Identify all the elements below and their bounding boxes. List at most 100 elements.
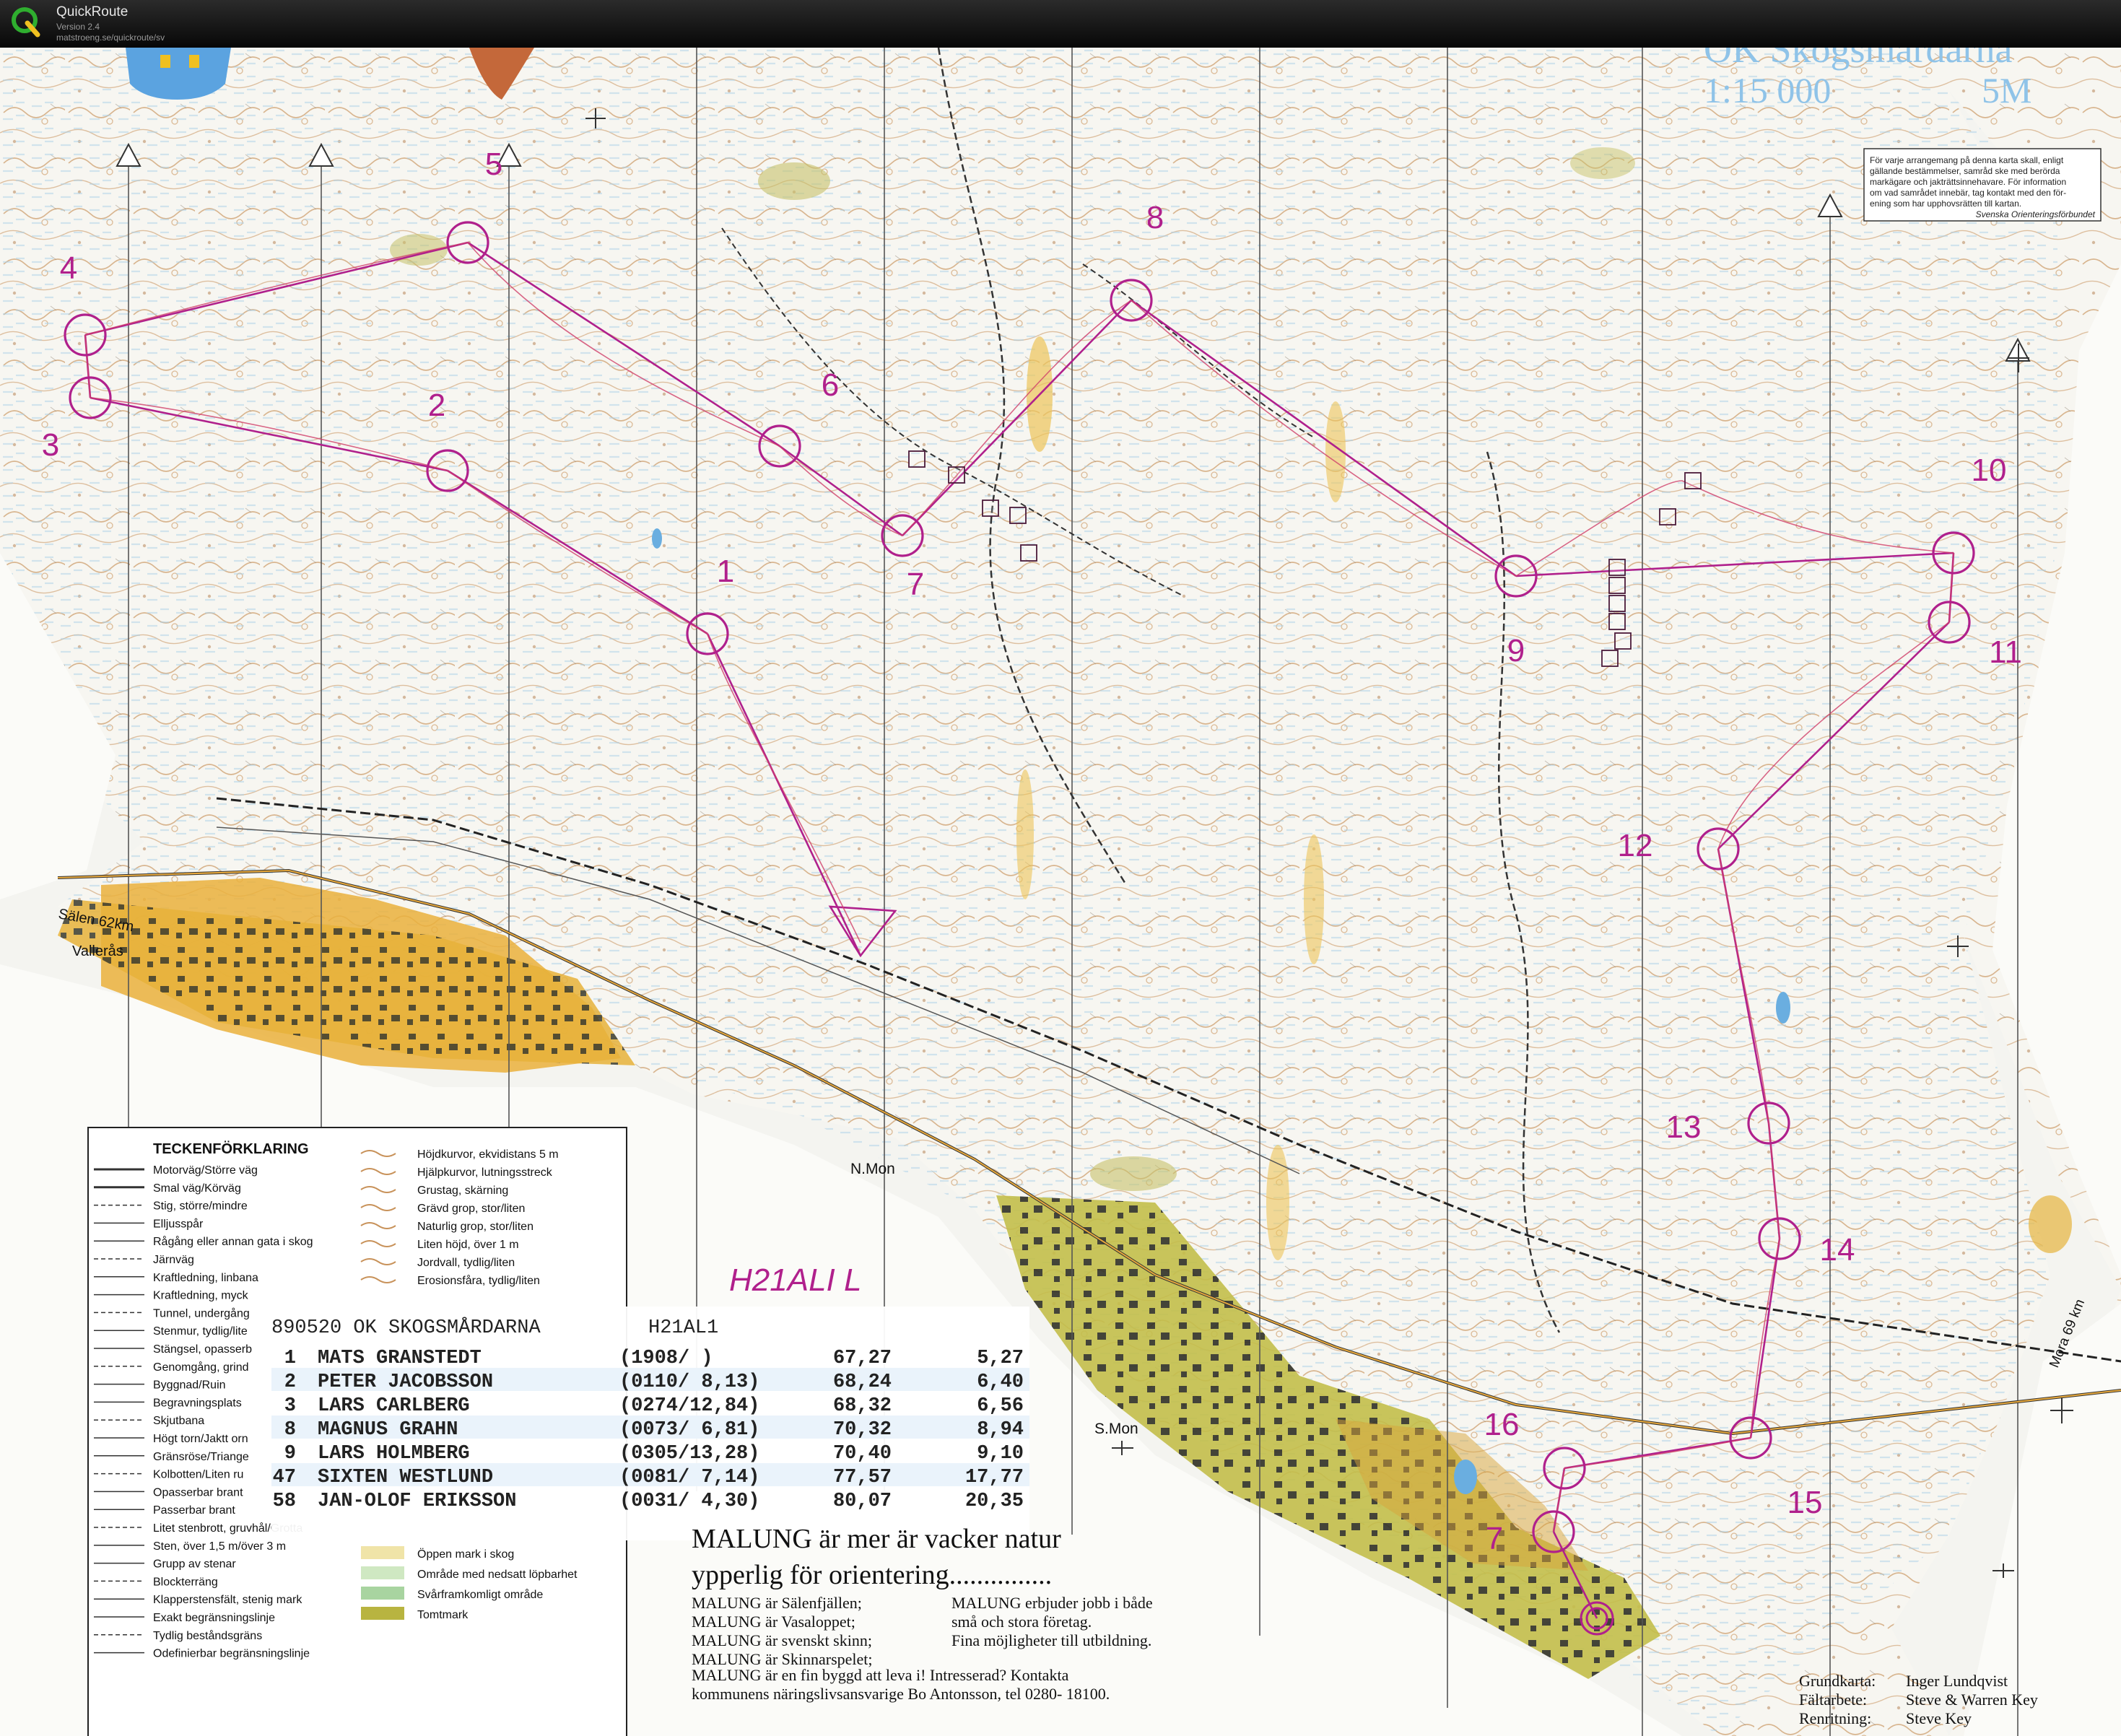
crossing-point-marker: [1608, 595, 1626, 612]
app-name: QuickRoute: [56, 4, 129, 19]
legend-swatch: [361, 1546, 404, 1559]
credit-label: Fältarbete:: [1799, 1691, 1867, 1709]
crossing-point-marker: [1608, 613, 1626, 630]
control-number: 5: [485, 147, 502, 182]
results-cell: 8,94: [977, 1419, 1024, 1441]
legend-item: Grupp av stenar: [153, 1558, 236, 1571]
results-cell: (0305/13,28): [619, 1443, 759, 1465]
orienteering-map[interactable]: OK Skogsmårdarna 1:15 000 5M För varje a…: [0, 48, 2121, 1736]
legend-item: Rågång eller annan gata i skog: [153, 1235, 313, 1248]
legend-item: Tydlig beståndsgräns: [153, 1629, 262, 1642]
results-cell: 77,57: [833, 1467, 892, 1488]
legend-item: Blockterräng: [153, 1576, 218, 1588]
legend-item: Genomgång, grind: [153, 1361, 249, 1374]
ad-line: MALUNG är Sälenfjällen;: [692, 1594, 862, 1612]
ad-headline-2: ypperlig för orientering...............: [692, 1560, 1052, 1590]
copyright-notice-line: markägare och jakträttsinnehavare. För i…: [1870, 177, 2066, 187]
legend-item: Erosionsfåra, tydlig/liten: [417, 1274, 540, 1287]
legend-swatch: [361, 1607, 404, 1620]
legend-item: Byggnad/Ruin: [153, 1379, 226, 1392]
results-table: 890520 OK SKOGSMÅRDARNA H21AL1 1 MATS GRA…: [271, 1307, 1029, 1540]
control-number: 7: [1486, 1521, 1503, 1556]
results-cell: (0274/12,84): [619, 1395, 759, 1417]
place-label-smon: S.Mon: [1094, 1421, 1138, 1437]
control-number: 9: [1507, 633, 1525, 668]
results-cell: 68,32: [833, 1395, 892, 1417]
crossing-point-marker: [908, 450, 926, 468]
club-logo-detail: [160, 55, 170, 68]
handwritten-class-label: H21ALI L: [729, 1262, 861, 1298]
control-number: 12: [1618, 828, 1653, 863]
place-label-nmon: N.Mon: [850, 1161, 895, 1177]
legend-item: Hjälpkurvor, lutningsstreck: [417, 1166, 553, 1179]
results-cell: 9,10: [977, 1443, 1024, 1465]
legend-item: Exakt begränsningslinje: [153, 1612, 275, 1624]
legend-item: Smal väg/Körväg: [153, 1182, 241, 1195]
ad-line: MALUNG erbjuder jobb i både: [951, 1594, 1153, 1612]
legend-item: Passerbar brant: [153, 1504, 235, 1517]
copyright-notice-line: gällande bestämmelser, samråd ske med be…: [1870, 166, 2060, 176]
map-scale: 1:15 000: [1704, 70, 1831, 110]
control-number: 6: [822, 367, 839, 403]
credit-label: Grundkarta:: [1799, 1672, 1876, 1690]
legend-item: Kraftledning, myck: [153, 1290, 249, 1302]
legend-swatch: [361, 1587, 404, 1600]
legend-item: Stängsel, opasserb: [153, 1343, 252, 1356]
results-cell: 58: [273, 1491, 296, 1512]
control-number: 3: [42, 427, 59, 463]
copyright-notice-line: Svenska Orienteringsförbundet: [1976, 209, 2096, 219]
credit-value: Steve Key: [1906, 1709, 1972, 1727]
legend-item: Jordvall, tydlig/liten: [417, 1257, 515, 1269]
app-version: Version 2.4: [56, 22, 100, 32]
map-lake: [1454, 1460, 1477, 1494]
control-number: 1: [717, 554, 734, 589]
results-cell: LARS HOLMBERG: [318, 1443, 470, 1465]
control-number: 13: [1666, 1109, 1702, 1145]
legend-item: Begravningsplats: [153, 1397, 242, 1409]
control-number: 16: [1484, 1407, 1520, 1442]
legend-item: Stenmur, tydlig/lite: [153, 1325, 248, 1338]
quickroute-logo-icon: [12, 7, 40, 38]
results-header-left: 890520 OK SKOGSMÅRDARNA: [271, 1317, 541, 1339]
copyright-notice-line: För varje arrangemang på denna karta ska…: [1870, 155, 2064, 165]
map-lake: [1776, 992, 1790, 1024]
map-open-patch: [1570, 147, 1635, 179]
crossing-point-marker: [1009, 507, 1027, 524]
results-cell: 68,24: [833, 1371, 892, 1393]
results-cell: (0073/ 6,81): [619, 1419, 759, 1441]
results-cell: LARS CARLBERG: [318, 1395, 470, 1417]
credit-value: Steve & Warren Key: [1906, 1691, 2038, 1709]
crossing-point-marker: [948, 466, 965, 484]
crossing-point-marker: [1684, 472, 1702, 489]
credit-label: Renritning:: [1799, 1709, 1871, 1727]
crossing-point-marker: [1614, 632, 1632, 650]
control-number: 2: [428, 388, 445, 423]
crossing-point-marker: [1608, 577, 1626, 594]
crossing-point-marker: [982, 500, 999, 517]
map-club-name: OK Skogsmårdarna: [1704, 48, 2012, 71]
copyright-notice-line: ening som har upphovsrätten till kartan.: [1870, 199, 2021, 209]
copyright-notice-line: om vad samrådet innebär, tag kontakt med…: [1870, 188, 2066, 198]
results-cell: 5,27: [977, 1348, 1024, 1369]
results-cell: 20,35: [965, 1491, 1024, 1512]
map-open-patch: [758, 162, 830, 200]
legend-item: Järnväg: [153, 1254, 194, 1266]
ad-line: MALUNG är svenskt skinn;: [692, 1631, 872, 1649]
legend-item: Högt torn/Jaktt orn: [153, 1433, 248, 1445]
ad-line: MALUNG är Vasaloppet;: [692, 1613, 855, 1631]
ad-footer-2: kommunens näringslivsansvarige Bo Antons…: [692, 1685, 1110, 1703]
title-bar: QuickRoute Version 2.4 matstroeng.se/qui…: [0, 0, 2121, 48]
control-number: 7: [907, 567, 924, 602]
legend-item: Liten höjd, över 1 m: [417, 1239, 519, 1251]
results-cell: 2: [284, 1371, 296, 1393]
control-number: 15: [1787, 1485, 1823, 1520]
results-cell: 47: [273, 1467, 296, 1488]
control-number: 4: [60, 250, 77, 286]
results-cell: (0110/ 8,13): [619, 1371, 759, 1393]
credit-value: Inger Lundqvist: [1906, 1672, 2008, 1690]
legend-item: Motorväg/Större väg: [153, 1164, 258, 1177]
results-cell: (0031/ 4,30): [619, 1491, 759, 1512]
results-cell: 70,32: [833, 1419, 892, 1441]
legend-item: Höjdkurvor, ekvidistans 5 m: [417, 1148, 559, 1161]
legend-item: Stig, större/mindre: [153, 1200, 248, 1213]
